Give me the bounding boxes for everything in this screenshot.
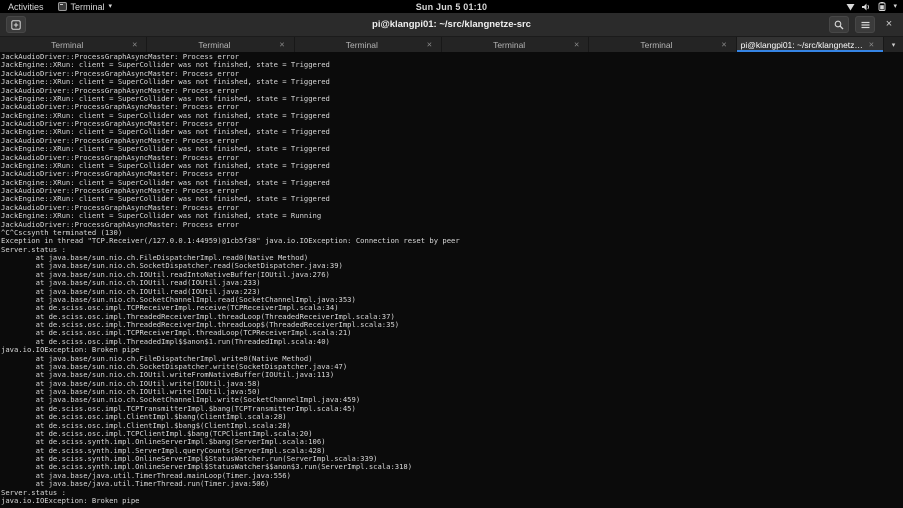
tab-label: Terminal [194,40,246,50]
tab-close-icon[interactable]: × [869,40,874,49]
tab-label: pi@klangpi01: ~/src/klangnetze-src [737,40,883,50]
network-wireless-icon [846,3,855,11]
tab-close-icon[interactable]: × [721,40,726,49]
tab-overflow-chevron-down-icon[interactable]: ▾ [884,37,903,52]
terminal-header-bar: pi@klangpi01: ~/src/klangnetze-src × [0,13,903,37]
new-tab-button[interactable] [6,16,26,33]
terminal-output[interactable]: JackAudioDriver::ProcessGraphAsyncMaster… [0,52,903,508]
tab-label: Terminal [47,40,99,50]
audio-volume-icon [862,3,871,11]
tab-label: Terminal [489,40,541,50]
gnome-top-bar: Activities Terminal ▾ Sun Jun 5 01:10 [0,0,903,13]
top-bar-left: Activities Terminal ▾ [0,2,112,12]
tab-klangnetze-active[interactable]: pi@klangpi01: ~/src/klangnetze-src × [737,37,884,52]
desktop: Activities Terminal ▾ Sun Jun 5 01:10 [0,0,903,508]
tab-bar: Terminal × Terminal × Terminal × Termina… [0,37,903,52]
terminal-line: Exception in thread "TCP.Receiver(/127.0… [1,237,903,245]
tab-label: Terminal [636,40,688,50]
tab-terminal-3[interactable]: Terminal × [295,37,442,52]
tab-close-icon[interactable]: × [427,40,432,49]
tab-close-icon[interactable]: × [279,40,284,49]
tab-label: Terminal [342,40,394,50]
tab-close-icon[interactable]: × [574,40,579,49]
chevron-down-icon: ▾ [893,3,897,10]
search-icon [834,20,844,30]
new-tab-plus-icon [11,20,21,30]
battery-icon [878,2,886,11]
tab-terminal-2[interactable]: Terminal × [147,37,294,52]
close-window-button[interactable]: × [881,17,897,33]
header-actions: × [829,16,897,33]
app-menu-button[interactable]: Terminal ▾ [58,2,113,12]
terminal-line: java.io.IOException: Broken pipe [1,497,903,505]
window-title: pi@klangpi01: ~/src/klangnetze-src [0,19,903,30]
search-button[interactable] [829,16,849,33]
menu-button[interactable] [855,16,875,33]
terminal-line: at java.base/java.util.TimerThread.run(T… [1,480,903,488]
tab-close-icon[interactable]: × [132,40,137,49]
app-menu-label: Terminal [71,2,105,12]
activities-button[interactable]: Activities [8,2,44,12]
tab-terminal-1[interactable]: Terminal × [0,37,147,52]
tab-terminal-4[interactable]: Terminal × [442,37,589,52]
tab-terminal-5[interactable]: Terminal × [589,37,736,52]
hamburger-menu-icon [861,21,870,29]
terminal-line: JackAudioDriver::ProcessGraphAsyncMaster… [1,221,903,229]
terminal-app-icon [58,2,67,11]
clock-button[interactable]: Sun Jun 5 01:10 [416,2,488,12]
chevron-down-icon: ▾ [109,3,113,10]
system-status-area[interactable]: ▾ [846,2,903,11]
